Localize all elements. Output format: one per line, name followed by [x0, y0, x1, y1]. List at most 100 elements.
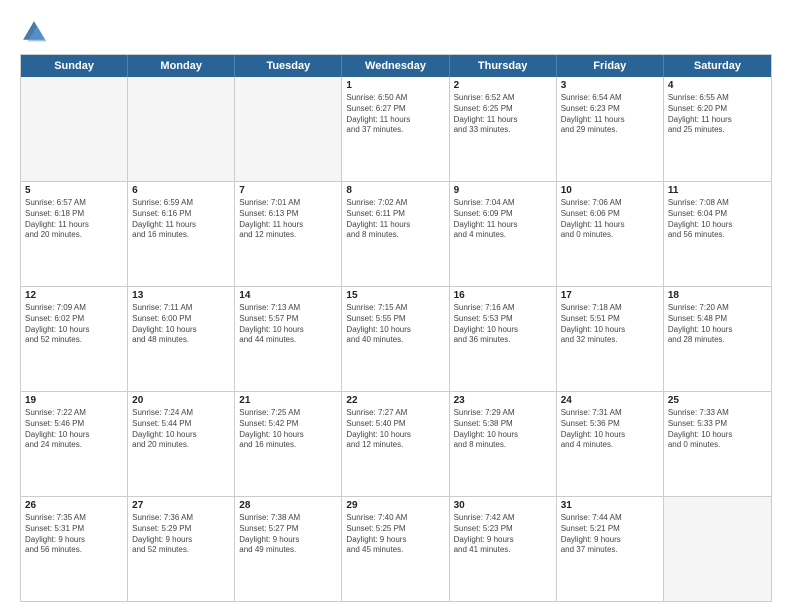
day-number: 22 [346, 395, 444, 406]
calendar-row-3: 12Sunrise: 7:09 AM Sunset: 6:02 PM Dayli… [21, 286, 771, 391]
day-cell-31: 31 Sunrise: 7:44 AM Sunset: 5:21 PM Dayli… [557, 497, 664, 601]
day-cell-12: 12Sunrise: 7:09 AM Sunset: 6:02 PM Dayli… [21, 287, 128, 391]
calendar-row-2: 5Sunrise: 6:57 AM Sunset: 6:18 PM Daylig… [21, 181, 771, 286]
day-info: Sunrise: 7:24 AM Sunset: 5:44 PM Dayligh… [132, 408, 230, 451]
day-info: Sunrise: 7:04 AM Sunset: 6:09 PM Dayligh… [454, 198, 552, 241]
day-info: Sunrise: 7:36 AM Sunset: 5:29 PM Dayligh… [132, 513, 230, 556]
day-cell-22: 22Sunrise: 7:27 AM Sunset: 5:40 PM Dayli… [342, 392, 449, 496]
day-info: Sunrise: 6:59 AM Sunset: 6:16 PM Dayligh… [132, 198, 230, 241]
day-number: 25 [668, 395, 767, 406]
calendar-row-5: 26Sunrise: 7:35 AM Sunset: 5:31 PM Dayli… [21, 496, 771, 601]
day-info: Sunrise: 6:57 AM Sunset: 6:18 PM Dayligh… [25, 198, 123, 241]
day-cell-6: 6 Sunrise: 6:59 AM Sunset: 6:16 PM Daylig… [128, 182, 235, 286]
day-cell-21: 21 Sunrise: 7:25 AM Sunset: 5:42 PM Dayli… [235, 392, 342, 496]
day-number: 2 [454, 80, 552, 91]
day-cell-30: 30 Sunrise: 7:42 AM Sunset: 5:23 PM Dayli… [450, 497, 557, 601]
day-cell-23: 23 Sunrise: 7:29 AM Sunset: 5:38 PM Dayli… [450, 392, 557, 496]
day-info: Sunrise: 7:16 AM Sunset: 5:53 PM Dayligh… [454, 303, 552, 346]
day-info: Sunrise: 7:01 AM Sunset: 6:13 PM Dayligh… [239, 198, 337, 241]
day-number: 6 [132, 185, 230, 196]
day-info: Sunrise: 7:29 AM Sunset: 5:38 PM Dayligh… [454, 408, 552, 451]
day-number: 7 [239, 185, 337, 196]
day-number: 3 [561, 80, 659, 91]
empty-cell [235, 77, 342, 181]
day-info: Sunrise: 7:06 AM Sunset: 6:06 PM Dayligh… [561, 198, 659, 241]
day-info: Sunrise: 7:38 AM Sunset: 5:27 PM Dayligh… [239, 513, 337, 556]
day-cell-20: 20 Sunrise: 7:24 AM Sunset: 5:44 PM Dayli… [128, 392, 235, 496]
day-info: Sunrise: 7:13 AM Sunset: 5:57 PM Dayligh… [239, 303, 337, 346]
header [20, 18, 772, 46]
day-info: Sunrise: 7:20 AM Sunset: 5:48 PM Dayligh… [668, 303, 767, 346]
day-number: 17 [561, 290, 659, 301]
day-cell-8: 8 Sunrise: 7:02 AM Sunset: 6:11 PM Daylig… [342, 182, 449, 286]
day-info: Sunrise: 7:35 AM Sunset: 5:31 PM Dayligh… [25, 513, 123, 556]
day-number: 18 [668, 290, 767, 301]
day-info: Sunrise: 6:55 AM Sunset: 6:20 PM Dayligh… [668, 93, 767, 136]
day-number: 11 [668, 185, 767, 196]
day-number: 19 [25, 395, 123, 406]
day-cell-26: 26Sunrise: 7:35 AM Sunset: 5:31 PM Dayli… [21, 497, 128, 601]
calendar-header: SundayMondayTuesdayWednesdayThursdayFrid… [21, 55, 771, 77]
day-info: Sunrise: 7:40 AM Sunset: 5:25 PM Dayligh… [346, 513, 444, 556]
day-header-wednesday: Wednesday [342, 55, 449, 77]
day-number: 14 [239, 290, 337, 301]
day-cell-15: 15Sunrise: 7:15 AM Sunset: 5:55 PM Dayli… [342, 287, 449, 391]
day-info: Sunrise: 7:42 AM Sunset: 5:23 PM Dayligh… [454, 513, 552, 556]
day-number: 1 [346, 80, 444, 91]
day-cell-3: 3 Sunrise: 6:54 AM Sunset: 6:23 PM Daylig… [557, 77, 664, 181]
day-info: Sunrise: 7:02 AM Sunset: 6:11 PM Dayligh… [346, 198, 444, 241]
day-number: 28 [239, 500, 337, 511]
day-number: 10 [561, 185, 659, 196]
day-cell-7: 7 Sunrise: 7:01 AM Sunset: 6:13 PM Daylig… [235, 182, 342, 286]
day-info: Sunrise: 7:44 AM Sunset: 5:21 PM Dayligh… [561, 513, 659, 556]
day-number: 29 [346, 500, 444, 511]
day-cell-19: 19 Sunrise: 7:22 AM Sunset: 5:46 PM Dayli… [21, 392, 128, 496]
day-info: Sunrise: 7:11 AM Sunset: 6:00 PM Dayligh… [132, 303, 230, 346]
day-number: 21 [239, 395, 337, 406]
day-info: Sunrise: 7:08 AM Sunset: 6:04 PM Dayligh… [668, 198, 767, 241]
day-info: Sunrise: 6:52 AM Sunset: 6:25 PM Dayligh… [454, 93, 552, 136]
day-cell-11: 11 Sunrise: 7:08 AM Sunset: 6:04 PM Dayli… [664, 182, 771, 286]
day-info: Sunrise: 6:50 AM Sunset: 6:27 PM Dayligh… [346, 93, 444, 136]
calendar: SundayMondayTuesdayWednesdayThursdayFrid… [20, 54, 772, 602]
day-info: Sunrise: 7:25 AM Sunset: 5:42 PM Dayligh… [239, 408, 337, 451]
day-number: 12 [25, 290, 123, 301]
day-info: Sunrise: 7:33 AM Sunset: 5:33 PM Dayligh… [668, 408, 767, 451]
logo-icon [20, 18, 48, 46]
day-cell-14: 14 Sunrise: 7:13 AM Sunset: 5:57 PM Dayli… [235, 287, 342, 391]
day-number: 9 [454, 185, 552, 196]
day-cell-4: 4 Sunrise: 6:55 AM Sunset: 6:20 PM Daylig… [664, 77, 771, 181]
day-cell-13: 13Sunrise: 7:11 AM Sunset: 6:00 PM Dayli… [128, 287, 235, 391]
day-number: 27 [132, 500, 230, 511]
logo [20, 18, 52, 46]
day-number: 8 [346, 185, 444, 196]
empty-cell [128, 77, 235, 181]
day-cell-27: 27 Sunrise: 7:36 AM Sunset: 5:29 PM Dayli… [128, 497, 235, 601]
day-cell-9: 9 Sunrise: 7:04 AM Sunset: 6:09 PM Daylig… [450, 182, 557, 286]
day-number: 4 [668, 80, 767, 91]
day-number: 20 [132, 395, 230, 406]
calendar-body: 1 Sunrise: 6:50 AM Sunset: 6:27 PM Daylig… [21, 77, 771, 601]
day-info: Sunrise: 7:22 AM Sunset: 5:46 PM Dayligh… [25, 408, 123, 451]
day-info: Sunrise: 6:54 AM Sunset: 6:23 PM Dayligh… [561, 93, 659, 136]
day-info: Sunrise: 7:31 AM Sunset: 5:36 PM Dayligh… [561, 408, 659, 451]
day-cell-18: 18 Sunrise: 7:20 AM Sunset: 5:48 PM Dayli… [664, 287, 771, 391]
day-number: 16 [454, 290, 552, 301]
day-cell-10: 10 Sunrise: 7:06 AM Sunset: 6:06 PM Dayli… [557, 182, 664, 286]
day-info: Sunrise: 7:18 AM Sunset: 5:51 PM Dayligh… [561, 303, 659, 346]
page: SundayMondayTuesdayWednesdayThursdayFrid… [0, 0, 792, 612]
day-header-sunday: Sunday [21, 55, 128, 77]
day-cell-17: 17 Sunrise: 7:18 AM Sunset: 5:51 PM Dayli… [557, 287, 664, 391]
day-header-monday: Monday [128, 55, 235, 77]
day-cell-1: 1 Sunrise: 6:50 AM Sunset: 6:27 PM Daylig… [342, 77, 449, 181]
calendar-row-1: 1 Sunrise: 6:50 AM Sunset: 6:27 PM Daylig… [21, 77, 771, 181]
day-cell-2: 2 Sunrise: 6:52 AM Sunset: 6:25 PM Daylig… [450, 77, 557, 181]
day-number: 24 [561, 395, 659, 406]
day-number: 30 [454, 500, 552, 511]
empty-cell [21, 77, 128, 181]
day-number: 31 [561, 500, 659, 511]
day-cell-29: 29 Sunrise: 7:40 AM Sunset: 5:25 PM Dayli… [342, 497, 449, 601]
day-number: 23 [454, 395, 552, 406]
calendar-row-4: 19 Sunrise: 7:22 AM Sunset: 5:46 PM Dayli… [21, 391, 771, 496]
day-header-thursday: Thursday [450, 55, 557, 77]
